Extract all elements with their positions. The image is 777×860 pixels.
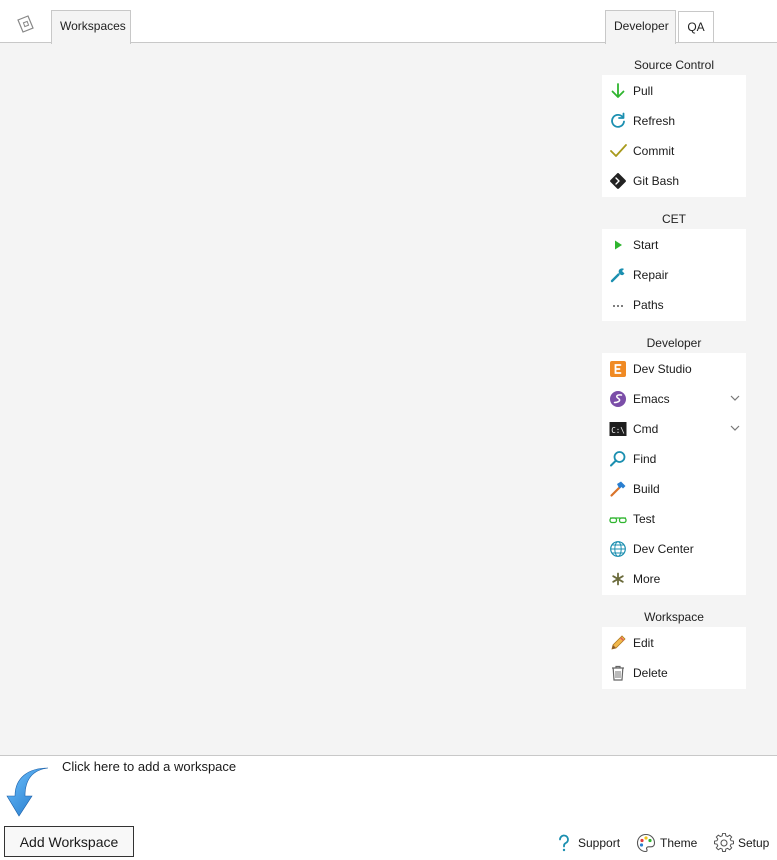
paths-button[interactable]: Paths — [602, 290, 746, 320]
checkmark-icon — [610, 144, 627, 157]
tab-qa[interactable]: QA — [678, 11, 714, 43]
pull-button[interactable]: Pull — [602, 76, 746, 106]
emacs-label: Emacs — [633, 392, 670, 406]
test-label: Test — [633, 512, 656, 526]
glasses-icon — [609, 517, 627, 524]
dev-studio-icon — [610, 361, 626, 377]
edit-button[interactable]: Edit — [602, 628, 746, 658]
pencil-icon — [611, 635, 626, 650]
bottom-bar: Click here to add a workspace Add Worksp… — [0, 755, 777, 860]
hammer-icon — [610, 481, 626, 497]
developer-actions-panel: Source Control Pull Refresh Commit Git B… — [602, 55, 746, 701]
pull-label: Pull — [633, 84, 654, 98]
terminal-icon-text: C:\ — [611, 426, 625, 435]
emacs-icon — [610, 391, 626, 407]
refresh-icon — [611, 112, 625, 128]
dev-studio-button[interactable]: Dev Studio — [602, 354, 746, 384]
setup-label: Setup — [738, 836, 770, 850]
emacs-button[interactable]: Emacs — [602, 384, 746, 414]
refresh-button[interactable]: Refresh — [602, 106, 746, 136]
test-button[interactable]: Test — [602, 504, 746, 534]
start-button[interactable]: Start — [602, 230, 746, 260]
asterisk-icon — [612, 572, 624, 586]
support-label: Support — [578, 836, 621, 850]
workspace-area: Source Control Pull Refresh Commit Git B… — [0, 43, 777, 755]
magnifier-icon — [610, 451, 626, 467]
group-developer: Dev Studio Emacs C:\ Cmd Find Build Test… — [602, 353, 746, 595]
git-bash-label: Git Bash — [633, 174, 680, 188]
tab-developer[interactable]: Developer — [605, 10, 676, 44]
palette-icon — [636, 833, 656, 853]
more-label: More — [633, 572, 661, 586]
play-icon — [615, 240, 622, 250]
chevron-down-icon[interactable] — [730, 424, 740, 432]
dev-center-label: Dev Center — [633, 542, 694, 556]
git-bash-button[interactable]: Git Bash — [602, 166, 746, 196]
cmd-label: Cmd — [633, 422, 659, 436]
dev-center-button[interactable]: Dev Center — [602, 534, 746, 564]
group-cet: Start Repair Paths — [602, 229, 746, 321]
group-workspace: Edit Delete — [602, 627, 746, 689]
help-question-icon — [559, 834, 569, 852]
edit-label: Edit — [633, 636, 654, 650]
wrench-icon — [610, 268, 625, 283]
paths-label: Paths — [633, 298, 664, 312]
dev-studio-label: Dev Studio — [633, 362, 692, 376]
chevron-down-icon[interactable] — [730, 394, 740, 402]
start-label: Start — [633, 238, 659, 252]
down-arrow-icon — [611, 83, 625, 98]
refresh-label: Refresh — [633, 114, 676, 128]
delete-label: Delete — [633, 666, 668, 680]
tab-workspaces[interactable]: Workspaces — [51, 10, 131, 44]
group-title-cet: CET — [662, 212, 686, 226]
globe-icon — [610, 541, 626, 557]
gear-icon — [714, 833, 734, 852]
group-title-source-control: Source Control — [633, 58, 715, 72]
curved-arrow-icon — [6, 767, 49, 817]
delete-button[interactable]: Delete — [602, 658, 746, 688]
group-title-workspace: Workspace — [644, 610, 704, 624]
app-logo-icon[interactable] — [15, 13, 37, 35]
ellipsis-icon — [613, 305, 623, 307]
commit-label: Commit — [633, 144, 675, 158]
find-button[interactable]: Find — [602, 444, 746, 474]
theme-label: Theme — [660, 836, 698, 850]
find-label: Find — [633, 452, 657, 466]
theme-link[interactable]: Theme — [636, 832, 697, 854]
top-tab-bar: Workspaces Developer QA — [0, 0, 777, 44]
more-button[interactable]: More — [602, 564, 746, 594]
repair-button[interactable]: Repair — [602, 260, 746, 290]
support-link[interactable]: Support — [554, 832, 620, 854]
build-label: Build — [633, 482, 660, 496]
git-icon — [610, 173, 626, 189]
add-workspace-hint[interactable]: Click here to add a workspace — [62, 759, 236, 774]
add-workspace-button[interactable]: Add Workspace — [4, 826, 134, 857]
repair-label: Repair — [633, 268, 669, 282]
trash-icon — [612, 665, 624, 681]
setup-link[interactable]: Setup — [714, 832, 769, 854]
build-button[interactable]: Build — [602, 474, 746, 504]
group-title-developer: Developer — [646, 336, 702, 350]
terminal-icon: C:\ — [609, 422, 627, 436]
group-source-control: Pull Refresh Commit Git Bash — [602, 75, 746, 197]
commit-button[interactable]: Commit — [602, 136, 746, 166]
cmd-button[interactable]: C:\ Cmd — [602, 414, 746, 444]
